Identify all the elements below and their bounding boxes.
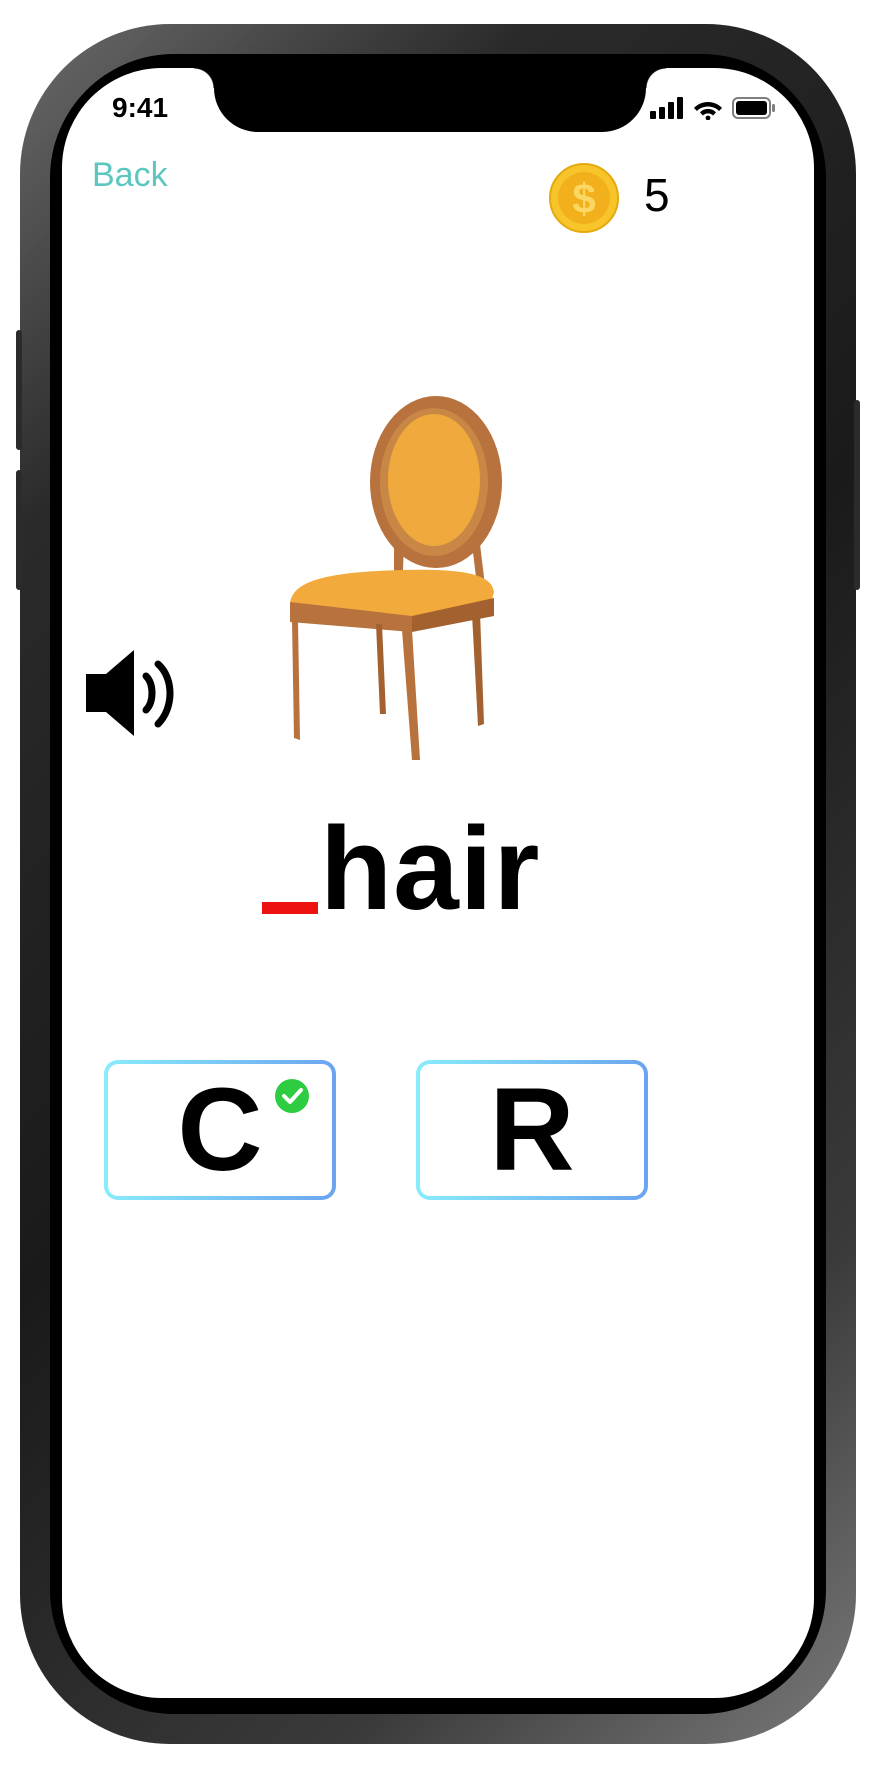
- signal-bars-icon: [650, 97, 683, 119]
- choice-button-c[interactable]: C: [104, 1060, 336, 1200]
- word-suffix: hair: [320, 803, 541, 935]
- choice-button-r[interactable]: R: [416, 1060, 648, 1200]
- choice-letter: R: [489, 1064, 575, 1196]
- coin-symbol: $: [572, 175, 595, 222]
- side-button: [16, 470, 22, 590]
- notch: [194, 68, 666, 132]
- side-button: [854, 400, 860, 590]
- missing-letter-blank: [262, 902, 318, 914]
- screen: 9:41 Back $ 5 hair C R: [62, 68, 814, 1698]
- status-time: 9:41: [112, 92, 169, 123]
- coin-count: 5: [644, 169, 670, 221]
- speaker-volume-icon[interactable]: [86, 646, 186, 740]
- back-button[interactable]: Back: [92, 156, 168, 195]
- side-button: [16, 330, 22, 450]
- wifi-icon: [694, 102, 722, 120]
- check-circle-icon: [275, 1079, 309, 1113]
- status-icons: [650, 96, 776, 120]
- choice-letter: C: [177, 1064, 263, 1196]
- coin-dollar-icon: $: [548, 162, 620, 234]
- target-word: hair: [262, 808, 540, 928]
- chair-image: [290, 396, 502, 760]
- battery-icon: [732, 97, 775, 119]
